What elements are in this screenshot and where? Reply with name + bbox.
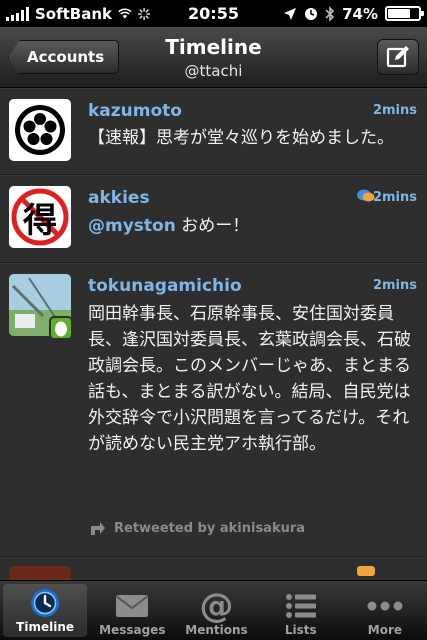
compose-icon xyxy=(386,46,409,68)
tab-label: Mentions xyxy=(185,623,248,637)
navigation-bar: Accounts Timeline @ttachi xyxy=(0,27,427,88)
tweet-row[interactable]: 得 akkies 2mins @myston おめー！ xyxy=(0,175,427,263)
tweet-text: 【速報】思考が堂々巡りを始めました。 xyxy=(88,128,394,148)
family-crest-avatar-icon xyxy=(9,99,71,161)
tab-label: More xyxy=(367,623,403,637)
retweet-label: Retweeted by akinisakura xyxy=(114,520,306,536)
wifi-icon xyxy=(118,7,132,19)
timeline-list[interactable]: kazumoto 2mins 【速報】思考が堂々巡りを始めました。 得 akki… xyxy=(0,88,427,580)
tweet-username[interactable]: akkies xyxy=(88,188,150,208)
verified-badge xyxy=(49,316,73,340)
at-icon: @ xyxy=(199,586,234,626)
avatar-character: 得 xyxy=(23,200,57,241)
bluetooth-icon xyxy=(325,5,335,22)
tab-label: Messages xyxy=(99,623,166,637)
alarm-clock-icon xyxy=(305,7,318,20)
account-handle: @ttachi xyxy=(184,62,243,80)
battery-percent: 74% xyxy=(342,4,378,23)
signal-icon xyxy=(6,6,29,21)
tweet-text: 岡田幹事長、石原幹事長、安住国対委員長、逢沢国対委員長、玄葉政調会長、石破政調会… xyxy=(88,304,411,454)
tweet-row[interactable] xyxy=(0,557,427,580)
tweet-text-rest: おめー！ xyxy=(175,216,250,236)
page-title: Timeline xyxy=(165,35,262,59)
tweet-time: 2mins xyxy=(372,103,417,118)
tweet-row[interactable]: tokunagamichio 2mins 岡田幹事長、石原幹事長、安住国対委員長… xyxy=(0,263,427,557)
envelope-icon xyxy=(115,595,149,617)
location-arrow-icon xyxy=(284,7,297,20)
tab-mentions[interactable]: @ Mentions xyxy=(174,581,258,640)
tab-bar: Timeline Messages @ Mentions Lists More xyxy=(0,580,427,640)
tweet-time: 2mins xyxy=(372,190,417,205)
status-bar: SoftBank 20:55 74% xyxy=(0,0,427,27)
tab-label: Lists xyxy=(284,623,317,637)
avatar[interactable] xyxy=(9,99,71,161)
mention-link[interactable]: @myston xyxy=(88,216,176,236)
more-icon xyxy=(367,601,403,611)
list-icon xyxy=(285,594,316,618)
tab-label: Timeline xyxy=(16,620,75,634)
carrier-label: SoftBank xyxy=(35,4,113,23)
tweet-username[interactable]: tokunagamichio xyxy=(88,276,242,296)
clock-icon xyxy=(31,589,60,617)
activity-spinner-icon xyxy=(137,7,150,20)
tweet-username[interactable]: kazumoto xyxy=(88,101,182,121)
avatar[interactable] xyxy=(9,566,71,580)
tweet-time: 2mins xyxy=(372,278,417,293)
tab-more[interactable]: More xyxy=(343,581,427,640)
tab-messages[interactable]: Messages xyxy=(90,581,174,640)
avatar[interactable]: 得 xyxy=(9,186,71,248)
tweet-text: @myston おめー！ xyxy=(88,213,415,239)
tab-lists[interactable]: Lists xyxy=(259,581,343,640)
egg-icon xyxy=(55,321,67,337)
retweet-arrow-icon xyxy=(91,522,105,535)
tweet-row[interactable]: kazumoto 2mins 【速報】思考が堂々巡りを始めました。 xyxy=(0,88,427,175)
tab-timeline[interactable]: Timeline xyxy=(3,584,88,637)
retweet-info: Retweeted by akinisakura xyxy=(88,520,305,536)
battery-icon xyxy=(385,6,424,21)
conversation-bubble-icon xyxy=(357,566,375,576)
compose-button[interactable] xyxy=(377,39,419,75)
